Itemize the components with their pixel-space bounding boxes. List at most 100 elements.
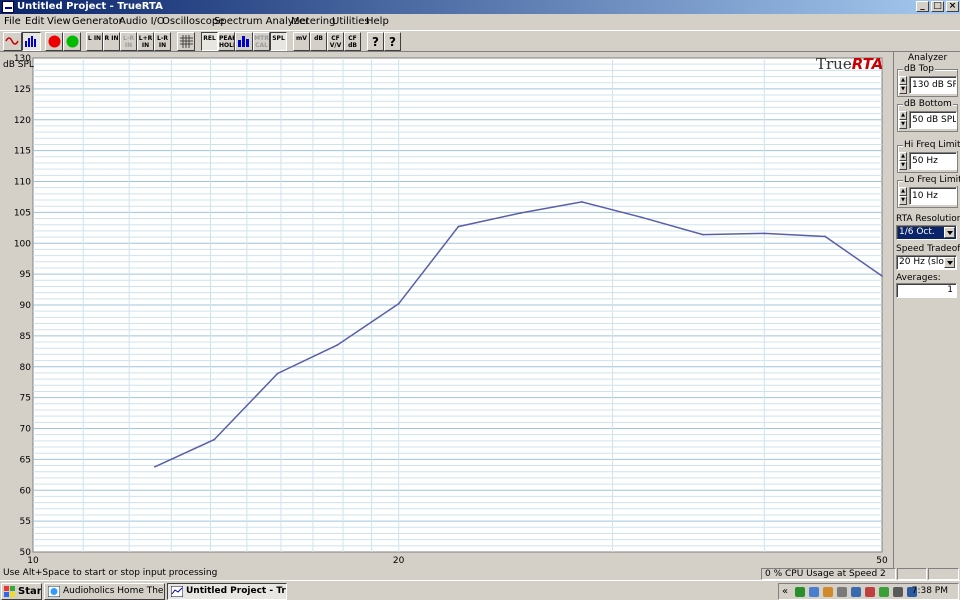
menu-bar: File Edit View Generator Audio I/O Oscil… [0,14,960,30]
y-tick-label: 60 [20,486,32,496]
l-r-input-button[interactable]: L-R IN [154,32,171,51]
speed-tradeoff-label: Speed Tradeoff: [896,244,960,254]
x-tick-label: 10 [27,556,39,566]
db-top-label: dB Top [903,64,935,75]
grid-button[interactable] [177,32,195,51]
db-bottom-field[interactable]: 50 dB SPL [909,111,957,129]
averages-field[interactable]: 1 [896,283,957,298]
taskbar-item-truerta[interactable]: Untitled Project - Tru... [167,583,287,600]
spectrum-chart[interactable]: 5055606570758085909510010511011512012513… [0,52,894,568]
window-title: Untitled Project - TrueRTA [17,1,163,12]
menu-help[interactable]: Help [366,15,389,29]
status-pane-empty-2 [928,568,959,580]
go-button[interactable] [63,32,81,51]
oscilloscope-mode-button[interactable] [3,32,22,51]
hi-freq-spinner[interactable]: ▲ ▼ [899,152,907,170]
tray-update-icon[interactable] [823,587,833,597]
minimize-button[interactable]: _ [916,1,929,12]
y-tick-label: 90 [20,301,32,311]
start-button[interactable]: Start [1,583,42,600]
db-button[interactable]: dB [310,32,327,51]
menu-file[interactable]: File [4,15,21,29]
start-label: Start [18,586,42,597]
spin-up-icon[interactable]: ▲ [899,111,907,120]
taskbar-item-browser[interactable]: Audioholics Home Theate... [44,583,165,600]
cf-db-button[interactable]: CF dB [344,32,361,51]
taskbar-item-label: Audioholics Home Theate... [63,586,164,596]
mtr-cal-button[interactable]: MTR CAL [253,32,270,51]
tray-network-icon[interactable] [795,587,805,597]
grid-icon [179,35,193,48]
hi-freq-field[interactable]: 50 Hz [909,152,957,170]
spectrum-data-point [640,216,643,219]
menu-metering[interactable]: Metering [291,15,335,29]
spin-down-icon[interactable]: ▼ [899,85,907,94]
tray-shield-icon[interactable] [809,587,819,597]
db-top-spinner[interactable]: ▲ ▼ [899,76,907,94]
toolbar: L IN R IN L-R IN L+R IN L-R IN REL PEAK … [0,30,960,52]
maximize-button[interactable]: □ [931,1,944,12]
rta-resolution-select[interactable]: 1/6 Oct. [896,225,957,240]
title-bar[interactable]: Untitled Project - TrueRTA _ □ × [0,0,960,14]
spin-up-icon[interactable]: ▲ [899,187,907,196]
spin-down-icon[interactable]: ▼ [899,161,907,170]
speed-tradeoff-select[interactable]: 20 Hz (slow) [896,255,957,270]
spectrum-mode-button[interactable] [22,32,41,51]
lo-freq-spinner[interactable]: ▲ ▼ [899,187,907,205]
spectrum-data-point [213,438,216,441]
cf-vv-button[interactable]: CF V/V [327,32,344,51]
menu-utilities[interactable]: Utilities [332,15,370,29]
y-tick-label: 80 [20,363,32,373]
spl-button[interactable]: SPL [270,32,287,51]
menu-view[interactable]: View [47,15,71,29]
bar-display-button[interactable] [235,32,253,51]
spectrum-data-point [580,200,583,203]
menu-edit[interactable]: Edit [25,15,44,29]
mv-button[interactable]: mV [293,32,310,51]
spectrum-plot[interactable]: 50 55 60 65 70 75 80 85 90 95 100 105 110 115 120 125 13… [0,52,894,568]
app-icon[interactable] [2,1,14,13]
menu-generator[interactable]: Generator [72,15,123,29]
tray-security-icon[interactable] [865,587,875,597]
tray-device-icon[interactable] [837,587,847,597]
spin-down-icon[interactable]: ▼ [899,196,907,205]
status-hint: Use Alt+Space to start or stop input pro… [3,568,218,578]
lo-freq-field[interactable]: 10 Hz [909,187,957,205]
db-top-field[interactable]: 130 dB SPL [909,76,957,94]
help-button[interactable]: ? [367,32,384,51]
y-tick-label: 115 [14,147,31,157]
rta-resolution-label: RTA Resolution: [896,214,960,224]
status-pane-empty-1 [897,568,927,580]
spin-up-icon[interactable]: ▲ [899,76,907,85]
spin-up-icon[interactable]: ▲ [899,152,907,161]
y-tick-label: 95 [20,270,31,280]
tray-volume-icon[interactable] [893,587,903,597]
db-bottom-spinner[interactable]: ▲ ▼ [899,111,907,129]
system-tray: « 7:38 PM [778,583,959,600]
spin-down-icon[interactable]: ▼ [899,120,907,129]
y-tick-label: 120 [14,116,31,126]
chevron-down-icon[interactable] [944,227,955,238]
tray-status-icon[interactable] [879,587,889,597]
peak-hold-button[interactable]: PEAK HOLD [218,32,235,51]
tray-monitor-icon[interactable] [851,587,861,597]
menu-audio-io[interactable]: Audio I/O [119,15,165,29]
right-input-button[interactable]: R IN [103,32,120,51]
stop-button[interactable] [45,32,63,51]
hi-freq-group: Hi Freq Limit ▲ ▼ 50 Hz [897,140,960,173]
rel-button[interactable]: REL [201,32,218,51]
l-plus-r-input-button[interactable]: L+R IN [137,32,154,51]
l-minus-r-input-button[interactable]: L-R IN [120,32,137,51]
analyzer-panel: Analyzer dB Top ▲▼ 130 dB SPL dB Bottom … [893,52,960,568]
sine-wave-icon [5,37,19,45]
truerta-app-icon [171,586,183,597]
left-input-button[interactable]: L IN [86,32,103,51]
chevron-down-icon[interactable] [944,257,955,268]
rta-resolution-value: 1/6 Oct. [899,227,935,237]
whats-this-button[interactable]: ? [384,32,401,51]
averages-label: Averages: [896,273,941,283]
bar-graph-icon [238,36,249,47]
close-button[interactable]: × [946,1,959,12]
go-icon [66,35,78,48]
tray-expand-button[interactable]: « [782,584,788,599]
